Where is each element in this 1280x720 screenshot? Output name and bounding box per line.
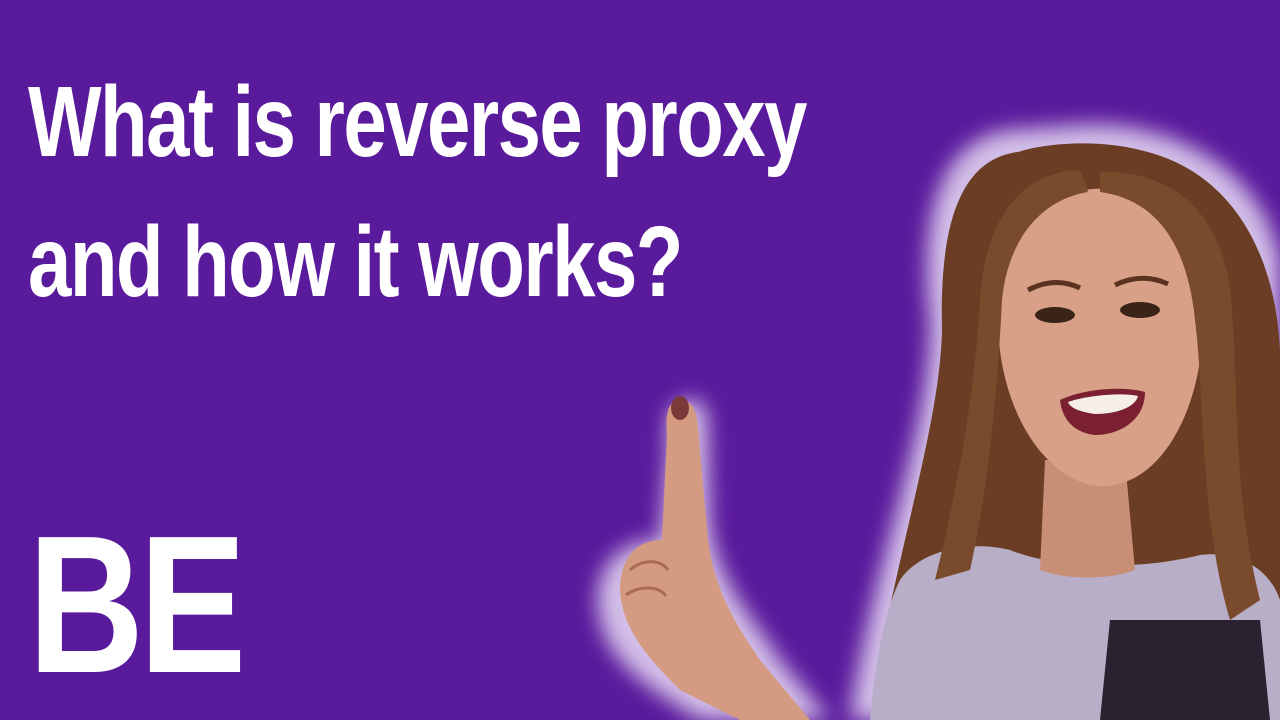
presenter-illustration	[597, 124, 1280, 720]
channel-badge: BE	[28, 495, 246, 714]
presenter-image	[540, 100, 1280, 720]
left-eye	[1035, 307, 1075, 323]
thumbnail: What is reverse proxy and how it works? …	[0, 0, 1280, 720]
apron	[1100, 620, 1270, 720]
right-eye	[1120, 302, 1160, 318]
